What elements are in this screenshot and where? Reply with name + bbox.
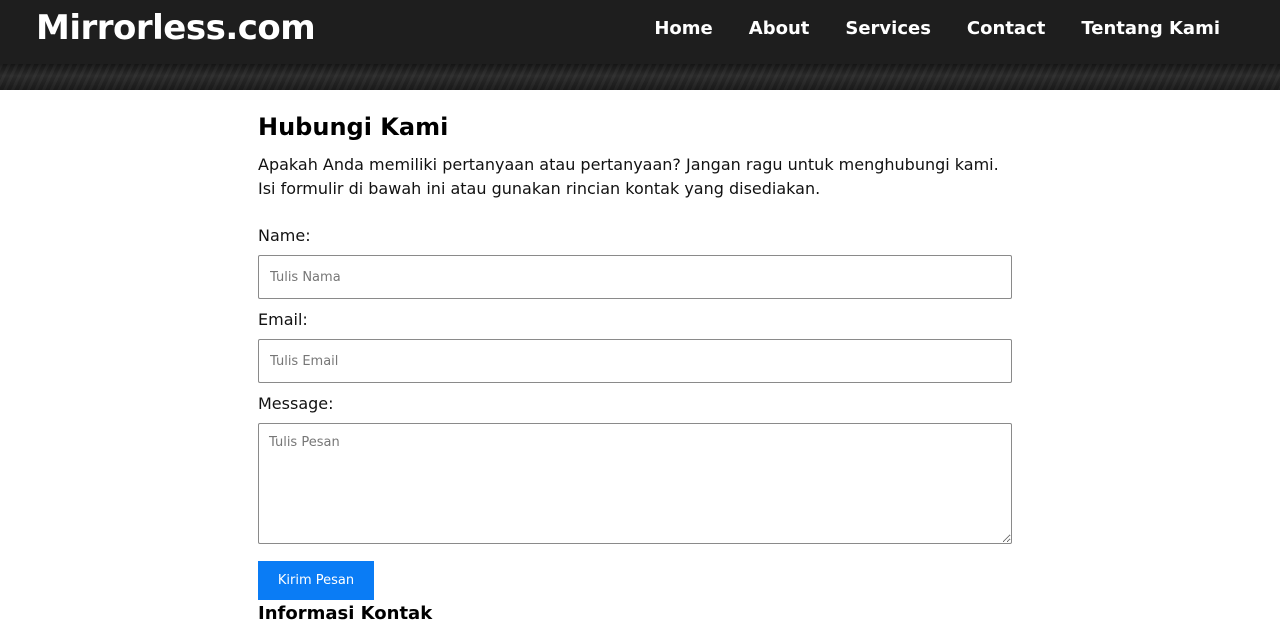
email-label: Email:	[258, 310, 308, 329]
nav-home[interactable]: Home	[654, 18, 712, 40]
intro-line-1: Apakah Anda memiliki pertanyaan atau per…	[258, 155, 999, 174]
contact-form: Name: Email: Message: Kirim Pesan	[258, 226, 1012, 600]
intro-text: Apakah Anda memiliki pertanyaan atau per…	[258, 153, 1012, 201]
main-nav: Home About Services Contact Tentang Kami	[654, 18, 1220, 40]
navbar: Mirrorless.com Home About Services Conta…	[0, 0, 1280, 64]
nav-services[interactable]: Services	[845, 18, 931, 40]
contact-info-heading: Informasi Kontak	[258, 603, 433, 624]
nav-contact[interactable]: Contact	[967, 18, 1045, 40]
name-input[interactable]	[258, 255, 1012, 299]
message-textarea[interactable]	[258, 423, 1012, 544]
name-label: Name:	[258, 226, 311, 245]
email-input[interactable]	[258, 339, 1012, 383]
nav-about[interactable]: About	[749, 18, 810, 40]
site-logo[interactable]: Mirrorless.com	[36, 8, 316, 48]
hero-banner-strip	[0, 64, 1280, 90]
intro-line-2: Isi formulir di bawah ini atau gunakan r…	[258, 179, 821, 198]
contact-section: Hubungi Kami Apakah Anda memiliki pertan…	[258, 112, 1012, 626]
nav-tentang-kami[interactable]: Tentang Kami	[1081, 18, 1220, 40]
page-title: Hubungi Kami	[258, 113, 449, 141]
submit-button[interactable]: Kirim Pesan	[258, 561, 374, 600]
message-label: Message:	[258, 394, 334, 413]
